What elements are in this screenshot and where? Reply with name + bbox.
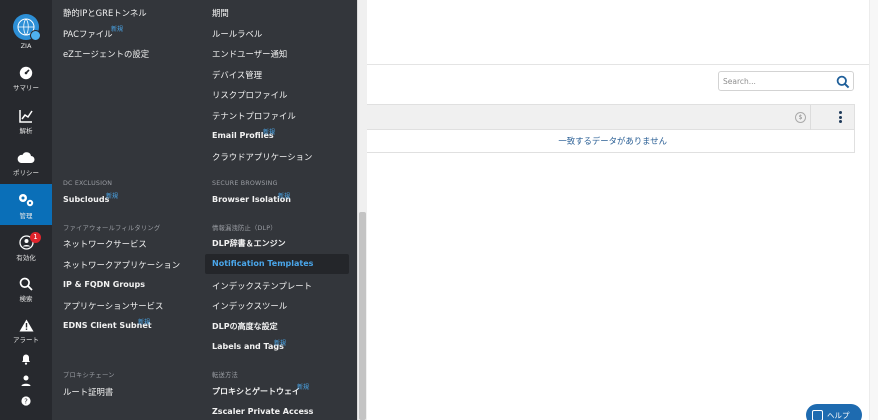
search-input[interactable] — [723, 74, 833, 88]
nav-item-notifications[interactable] — [0, 354, 52, 368]
column-divider — [810, 105, 811, 130]
new-badge: 新規 — [111, 26, 124, 33]
menu-item-risk-profiles[interactable]: リスクプロファイル — [212, 89, 287, 101]
menu-item-index-tools[interactable]: インデックスツール — [212, 300, 287, 312]
new-badge: 新規 — [297, 384, 310, 391]
warning-icon — [19, 319, 33, 332]
header-divider — [367, 64, 878, 65]
new-badge: 新規 — [138, 319, 151, 326]
menu-item-subclouds[interactable]: Subclouds — [63, 195, 109, 204]
nav-item-zia[interactable]: ZIA — [0, 0, 52, 52]
svg-text:?: ? — [24, 398, 28, 406]
dashboard-gauge-icon — [19, 66, 33, 80]
bell-icon — [22, 354, 30, 365]
administration-menu-panel: 静的IPとGREトンネル PACファイル 新規 eZエージェントの設定 DC E… — [52, 0, 357, 420]
nav-item-search[interactable]: 検索 — [0, 277, 52, 307]
help-circle-icon: ? — [21, 396, 31, 406]
menu-item-end-user-notifications[interactable]: エンドユーザー通知 — [212, 48, 287, 60]
nav-label-alerts: アラート — [13, 336, 39, 344]
nav-label-search: 検索 — [19, 295, 33, 303]
nav-label-summary: サマリー — [13, 84, 39, 92]
section-dlp: 情報漏洩防止（DLP） — [212, 225, 277, 232]
info-icon[interactable]: $ — [795, 112, 806, 123]
left-nav: ZIA サマリー 解析 ポリシー 管理 有効化 1 検索 アラート ? — [0, 0, 52, 420]
menu-item-proxies-gateways[interactable]: プロキシとゲートウェイ — [212, 386, 300, 397]
page-scrollbar[interactable] — [869, 0, 878, 420]
new-badge: 新規 — [106, 193, 119, 200]
menu-item-application-services[interactable]: アプリケーションサービス — [63, 300, 163, 312]
section-firewall-filtering: ファイアウォールフィルタリング — [63, 225, 161, 232]
new-badge: 新規 — [278, 193, 291, 200]
analytics-chart-icon — [19, 110, 33, 123]
menu-item-pac-files[interactable]: PACファイル — [63, 28, 112, 40]
nav-label-administration: 管理 — [19, 212, 33, 220]
table-header: $ — [367, 105, 854, 130]
more-options-icon[interactable] — [837, 110, 843, 124]
menu-item-dlp-advanced-settings[interactable]: DLPの高度な設定 — [212, 321, 278, 332]
menu-item-device-management[interactable]: デバイス管理 — [212, 69, 262, 81]
menu-item-time-intervals[interactable]: 期間 — [212, 7, 229, 19]
nav-label-analytics: 解析 — [19, 127, 33, 135]
search-box — [718, 71, 854, 91]
menu-scrollbar[interactable] — [357, 0, 367, 420]
nav-label-activation: 有効化 — [16, 254, 36, 262]
activation-count-badge: 1 — [30, 232, 41, 243]
gears-icon — [19, 194, 34, 207]
nav-item-administration[interactable]: 管理 — [0, 184, 52, 225]
search-icon — [19, 277, 33, 291]
help-button[interactable]: ヘルプ — [806, 404, 862, 420]
zia-logo-icon — [13, 14, 41, 41]
menu-item-rule-labels[interactable]: ルールラベル — [212, 28, 262, 40]
menu-item-index-templates[interactable]: インデックステンプレート — [212, 280, 312, 292]
nav-label-zia: ZIA — [20, 42, 32, 50]
section-proxy-chain: プロキシチェーン — [63, 372, 115, 379]
section-secure-browsing: SECURE BROWSING — [212, 180, 278, 187]
help-label: ヘルプ — [827, 410, 850, 420]
menu-item-root-certificate[interactable]: ルート証明書 — [63, 386, 113, 398]
menu-item-dlp-dictionaries[interactable]: DLP辞書＆エンジン — [212, 238, 286, 249]
nav-item-policy[interactable]: ポリシー — [0, 151, 52, 181]
search-icon[interactable] — [836, 75, 850, 89]
menu-item-cloud-applications[interactable]: クラウドアプリケーション — [212, 151, 312, 163]
cloud-icon — [17, 152, 35, 163]
menu-scrollbar-thumb[interactable] — [359, 212, 366, 420]
nav-item-profile[interactable] — [0, 375, 52, 389]
section-forwarding-methods: 転送方法 — [212, 372, 238, 379]
help-icon — [812, 409, 823, 420]
user-icon — [21, 375, 31, 386]
menu-item-network-applications[interactable]: ネットワークアプリケーション — [63, 259, 180, 271]
nav-item-analytics[interactable]: 解析 — [0, 109, 52, 139]
new-badge: 新規 — [263, 129, 276, 136]
menu-item-tenant-profiles[interactable]: テナントプロファイル — [212, 110, 296, 122]
nav-item-alerts[interactable]: アラート — [0, 319, 52, 349]
menu-item-zscaler-private-access[interactable]: Zscaler Private Access — [212, 407, 313, 416]
nav-item-activation[interactable]: 有効化 — [0, 235, 52, 265]
section-dc-exclusion: DC EXCLUSION — [63, 180, 113, 187]
menu-item-static-ip-gre[interactable]: 静的IPとGREトンネル — [63, 7, 147, 19]
menu-item-ip-fqdn-groups[interactable]: IP & FQDN Groups — [63, 280, 145, 289]
new-badge: 新規 — [274, 340, 287, 347]
no-data-message: 一致するデータがありません — [558, 136, 667, 146]
data-table: $ 一致するデータがありません — [367, 104, 855, 153]
nav-item-summary[interactable]: サマリー — [0, 66, 52, 96]
menu-item-notification-templates[interactable]: Notification Templates — [212, 259, 313, 268]
menu-item-network-services[interactable]: ネットワークサービス — [63, 238, 147, 250]
nav-item-help[interactable]: ? — [0, 396, 52, 410]
menu-item-ez-agent[interactable]: eZエージェントの設定 — [63, 48, 149, 60]
nav-label-policy: ポリシー — [13, 169, 39, 177]
